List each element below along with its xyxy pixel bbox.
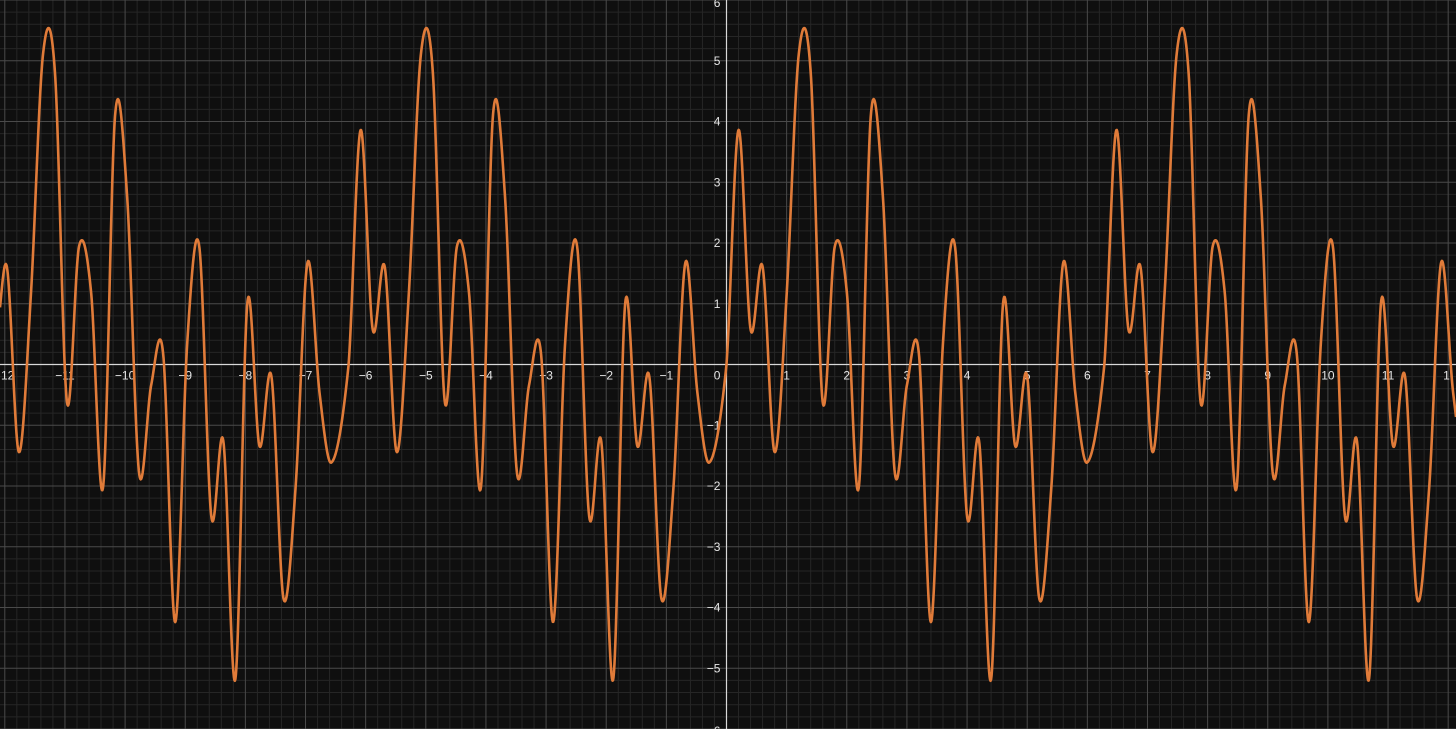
y-tick-label: 1 [714, 297, 721, 311]
x-tick-label: −10 [115, 369, 136, 383]
y-tick-label: 2 [714, 236, 721, 250]
x-tick-label: 0 [714, 369, 721, 383]
x-tick-label: −2 [599, 369, 613, 383]
x-tick-label: −6 [359, 369, 373, 383]
y-tick-label: 4 [714, 115, 721, 129]
x-tick-label: 6 [1084, 369, 1091, 383]
x-tick-label: 2 [843, 369, 850, 383]
x-tick-label: 1 [1443, 369, 1450, 383]
x-tick-label: 1 [783, 369, 790, 383]
graph-canvas[interactable]: 12 −11 −10 −9 −8 −7 −6 −5 −4 −3 −2 −1 0 1 2 3 4 5 6 7 8 9 10 11… [0, 0, 1456, 729]
y-tick-label: 5 [714, 54, 721, 68]
y-tick-label: −4 [707, 601, 721, 615]
x-tick-label: −1 [660, 369, 674, 383]
y-tick-label: −2 [707, 479, 721, 493]
y-tick-label: 3 [714, 175, 721, 189]
y-tick-label: −3 [707, 540, 721, 554]
y-tick-label: 6 [714, 0, 721, 10]
y-tick-label: −6 [707, 724, 721, 729]
x-tick-label: −5 [419, 369, 433, 383]
x-tick-label: 10 [1321, 369, 1335, 383]
x-tick-label: 4 [964, 369, 971, 383]
y-tick-label: −5 [707, 661, 721, 675]
